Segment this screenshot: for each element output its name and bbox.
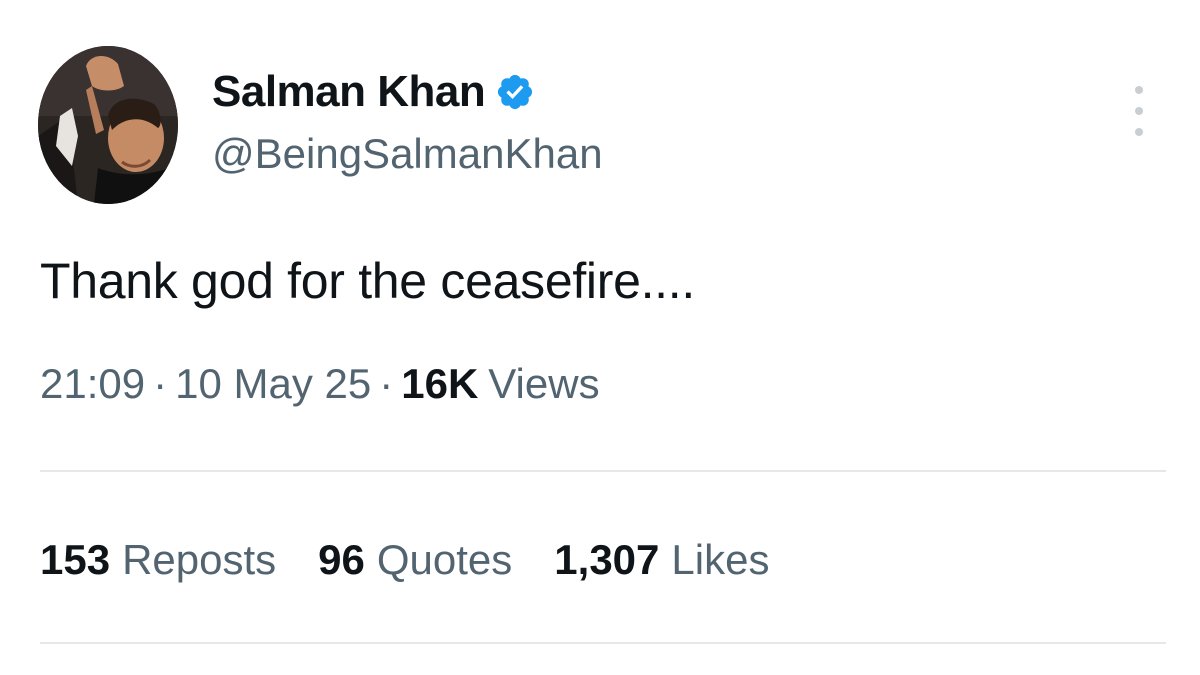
reposts-stat[interactable]: 153 Reposts (40, 536, 276, 584)
tweet-meta: 21:09 · 10 May 25 · 16K Views (40, 360, 600, 408)
likes-stat[interactable]: 1,307 Likes (554, 536, 769, 584)
more-vertical-icon (1135, 86, 1143, 94)
author-name-row: Salman Khan (212, 62, 535, 122)
divider (40, 642, 1166, 644)
quotes-label: Quotes (376, 536, 513, 583)
divider (40, 470, 1166, 472)
tweet-time[interactable]: 21:09 (40, 360, 145, 408)
reposts-label: Reposts (122, 536, 277, 583)
tweet-stats: 153 Reposts 96 Quotes 1,307 Likes (40, 536, 811, 584)
avatar-photo (38, 46, 178, 204)
more-dot (1135, 107, 1143, 115)
tweet-card: Salman Khan @BeingSalmanKhan Thank god f… (0, 0, 1200, 675)
quotes-count: 96 (318, 536, 365, 583)
tweet-date[interactable]: 10 May 25 (175, 360, 371, 408)
meta-separator: · (379, 360, 394, 407)
verified-badge-icon (495, 72, 535, 112)
avatar[interactable] (38, 46, 178, 204)
likes-count: 1,307 (554, 536, 660, 583)
meta-separator: · (153, 360, 168, 407)
more-options-button[interactable] (1124, 82, 1154, 140)
views-label: Views (488, 360, 600, 407)
more-dot (1135, 128, 1143, 136)
tweet-text: Thank god for the ceasefire.... (40, 253, 695, 309)
views-count: 16K (401, 360, 479, 407)
author-handle[interactable]: @BeingSalmanKhan (212, 130, 603, 178)
quotes-stat[interactable]: 96 Quotes (318, 536, 512, 584)
author-display-name[interactable]: Salman Khan (212, 67, 486, 117)
reposts-count: 153 (40, 536, 111, 583)
likes-label: Likes (671, 536, 770, 583)
